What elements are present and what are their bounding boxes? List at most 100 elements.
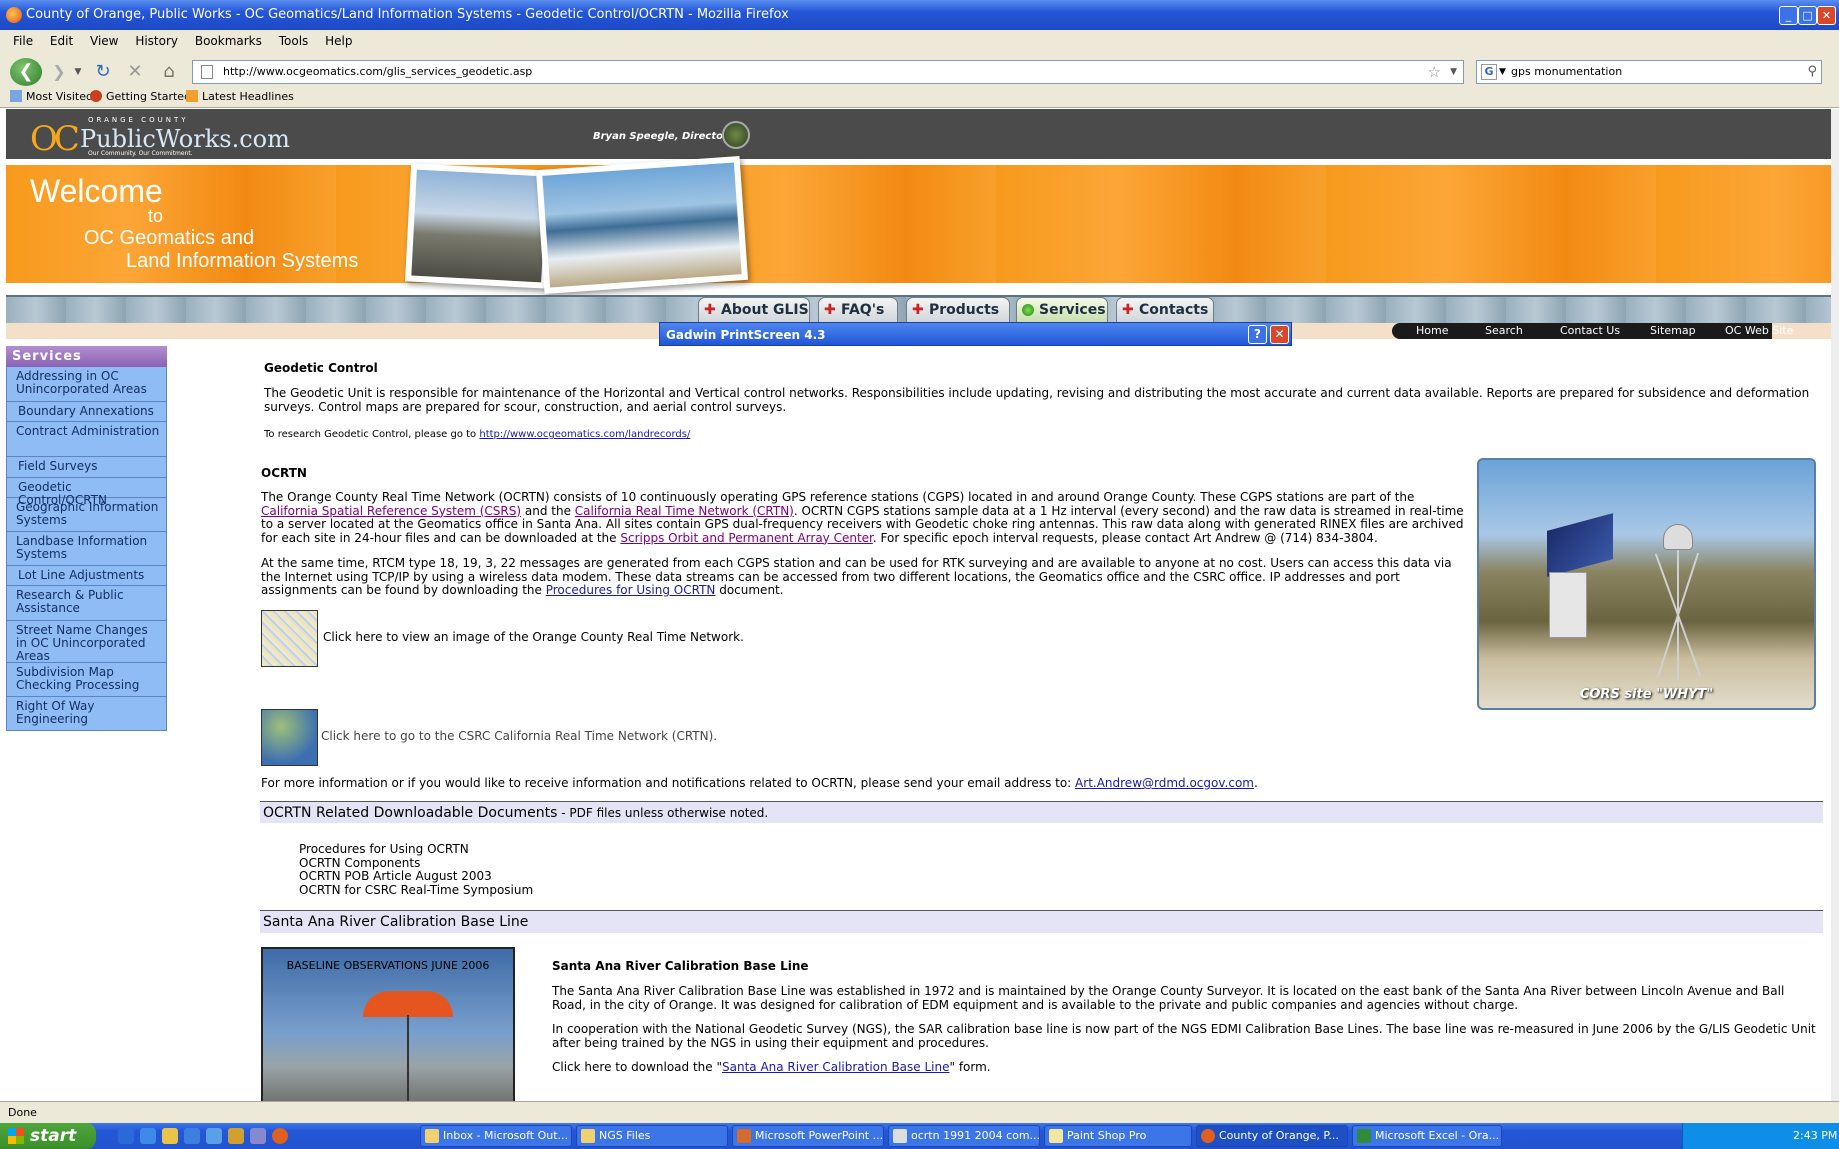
- gadwin-printscreen-window[interactable]: Gadwin PrintScreen 4.3 ? ✕: [659, 322, 1292, 346]
- quicklaunch-desktop-icon[interactable]: [118, 1128, 134, 1144]
- bookmark-getting-started[interactable]: Getting Started: [90, 86, 191, 108]
- doc-pob-article[interactable]: OCRTN POB Article August 2003: [299, 869, 533, 884]
- maximize-button[interactable]: □: [1798, 6, 1817, 25]
- excel-icon: [1357, 1129, 1371, 1143]
- task-ngs-files[interactable]: NGS Files: [576, 1125, 728, 1147]
- sidebar-item-field-surveys[interactable]: Field Surveys: [6, 457, 167, 478]
- link-home[interactable]: Home: [1416, 323, 1448, 339]
- folder-icon: [581, 1129, 595, 1143]
- crtn-map-thumbnail[interactable]: [261, 709, 318, 766]
- docs-subheading: - PDF files unless otherwise noted.: [557, 806, 769, 820]
- link-contact-us[interactable]: Contact Us: [1560, 323, 1620, 339]
- back-button[interactable]: ❮: [10, 58, 42, 86]
- sidebar-item-research[interactable]: Research & Public Assistance: [6, 586, 167, 621]
- gadwin-close-button[interactable]: ✕: [1270, 325, 1289, 344]
- link-sitemap[interactable]: Sitemap: [1650, 323, 1696, 339]
- tab-contacts[interactable]: ✚ Contacts: [1116, 297, 1214, 323]
- logo-orange-county: ORANGE COUNTY: [88, 116, 189, 124]
- link-oc-web-site[interactable]: OC Web Site: [1725, 323, 1805, 339]
- task-excel[interactable]: Microsoft Excel - Ora...: [1352, 1125, 1502, 1147]
- quicklaunch-folder-icon[interactable]: [162, 1128, 178, 1144]
- sidebar-item-subdivision[interactable]: Subdivision Map Checking Processing: [6, 663, 167, 697]
- sidebar-item-right-of-way[interactable]: Right Of Way Engineering: [6, 697, 167, 731]
- sidebar-item-addressing[interactable]: Addressing in OC Unincorporated Areas: [6, 367, 167, 402]
- tab-faqs[interactable]: ✚ FAQ's: [818, 297, 898, 323]
- sar-form-link[interactable]: Santa Ana River Calibration Base Line: [722, 1060, 949, 1074]
- email-link[interactable]: Art.Andrew@rdmd.ocgov.com: [1075, 776, 1254, 790]
- search-input[interactable]: gps monumentation: [1511, 65, 1622, 78]
- quicklaunch-tool-icon[interactable]: [228, 1128, 244, 1144]
- menu-file[interactable]: File: [13, 34, 33, 48]
- sidebar-item-gis[interactable]: Geographic Information Systems: [6, 498, 167, 532]
- sar-download-line: Click here to download the "Santa Ana Ri…: [552, 1060, 991, 1074]
- search-engine-dropdown-icon[interactable]: ▼: [1499, 61, 1506, 83]
- sidebar-item-boundary-annexations[interactable]: Boundary Annexations: [6, 402, 167, 422]
- sidebar-item-landbase[interactable]: Landbase Information Systems: [6, 532, 167, 566]
- ocrtn-map-thumbnail[interactable]: [261, 610, 318, 667]
- menu-history[interactable]: History: [135, 34, 178, 48]
- bookmark-most-visited[interactable]: Most Visited: [10, 86, 93, 108]
- task-powerpoint[interactable]: Microsoft PowerPoint ...: [732, 1125, 884, 1147]
- tab-about-glis[interactable]: ✚ About GLIS: [698, 297, 810, 323]
- doc-components[interactable]: OCRTN Components: [299, 856, 533, 871]
- top-links: Home Search Contact Us Sitemap OC Web Si…: [1392, 323, 1793, 339]
- baseline-observations-photo: BASELINE OBSERVATIONS JUNE 2006: [261, 947, 515, 1101]
- address-bar[interactable]: http://www.ocgeomatics.com/glis_services…: [192, 60, 1464, 84]
- folder-icon: [10, 90, 22, 102]
- quicklaunch-media-icon[interactable]: [250, 1128, 266, 1144]
- plus-icon: ✚: [704, 302, 716, 318]
- scripps-link[interactable]: Scripps Orbit and Permanent Array Center: [620, 531, 873, 545]
- history-dropdown-icon[interactable]: ▼: [72, 58, 84, 86]
- tab-products[interactable]: ✚ Products: [906, 297, 1010, 323]
- procedures-link[interactable]: Procedures for Using OCRTN: [546, 583, 716, 597]
- link-search[interactable]: Search: [1485, 323, 1523, 339]
- crtn-link[interactable]: California Real Time Network (CRTN): [575, 504, 794, 518]
- minimize-button[interactable]: _: [1779, 6, 1798, 25]
- vertical-scrollbar[interactable]: [1831, 109, 1839, 1101]
- task-ocrtn-doc[interactable]: ocrtn 1991 2004 com...: [888, 1125, 1040, 1147]
- menu-help[interactable]: Help: [325, 34, 352, 48]
- home-button[interactable]: ⌂: [156, 58, 182, 86]
- address-dropdown-icon[interactable]: ▼: [1450, 61, 1457, 83]
- help-button[interactable]: ?: [1248, 325, 1267, 344]
- bookmark-star-icon[interactable]: ☆: [1428, 61, 1441, 83]
- task-firefox-county[interactable]: County of Orange, P...: [1196, 1125, 1348, 1147]
- docs-heading: OCRTN Related Downloadable Documents: [263, 805, 558, 821]
- google-icon[interactable]: G: [1481, 64, 1497, 80]
- ocrtn-image-link[interactable]: Click here to view an image of the Orang…: [323, 630, 744, 645]
- search-icon[interactable]: ⚲: [1807, 61, 1817, 83]
- research-line: To research Geodetic Control, please go …: [264, 429, 691, 440]
- csrs-link[interactable]: California Spatial Reference System (CSR…: [261, 504, 521, 518]
- quicklaunch-firefox-icon[interactable]: [272, 1128, 288, 1144]
- sidebar-item-lot-line[interactable]: Lot Line Adjustments: [6, 566, 167, 586]
- plus-icon: ✚: [824, 302, 836, 318]
- crtn-link-text[interactable]: Click here to go to the CSRC California …: [321, 729, 717, 744]
- reload-button[interactable]: ↻: [90, 58, 116, 86]
- menu-bookmarks[interactable]: Bookmarks: [195, 34, 262, 48]
- sidebar-item-street-name[interactable]: Street Name Changes in OC Unincorporated…: [6, 621, 167, 663]
- menu-tools[interactable]: Tools: [279, 34, 309, 48]
- quicklaunch-ie-icon[interactable]: [184, 1128, 200, 1144]
- close-window-button[interactable]: ✕: [1817, 6, 1836, 25]
- firefox-bookmark-icon: [90, 90, 102, 102]
- doc-procedures[interactable]: Procedures for Using OCRTN: [299, 842, 533, 857]
- clock[interactable]: 2:43 PM: [1793, 1129, 1837, 1142]
- landrecords-link[interactable]: http://www.ocgeomatics.com/landrecords/: [479, 429, 690, 440]
- task-inbox-outlook[interactable]: Inbox - Microsoft Out...: [420, 1125, 572, 1147]
- umbrella-pole: [407, 1015, 409, 1101]
- forward-button[interactable]: ❯: [44, 58, 74, 86]
- menu-view[interactable]: View: [90, 34, 118, 48]
- sidebar-heading: Services: [6, 346, 167, 367]
- menu-edit[interactable]: Edit: [50, 34, 73, 48]
- sidebar-item-contract-administration[interactable]: Contract Administration: [6, 422, 167, 457]
- quicklaunch-app-icon[interactable]: [206, 1128, 222, 1144]
- bookmark-latest-headlines[interactable]: Latest Headlines: [186, 86, 294, 108]
- tab-services[interactable]: ●Services: [1016, 297, 1108, 323]
- task-paint-shop-pro[interactable]: Paint Shop Pro: [1044, 1125, 1192, 1147]
- quicklaunch-outlook-icon[interactable]: [140, 1128, 156, 1144]
- sidebar-item-geodetic-control[interactable]: Geodetic Control/OCRTN: [6, 478, 167, 507]
- doc-csrc-symposium[interactable]: OCRTN for CSRC Real-Time Symposium: [299, 883, 533, 898]
- stop-button[interactable]: ✕: [122, 58, 148, 86]
- start-button[interactable]: start: [0, 1123, 96, 1149]
- search-box[interactable]: G ▼ gps monumentation ⚲: [1476, 60, 1822, 84]
